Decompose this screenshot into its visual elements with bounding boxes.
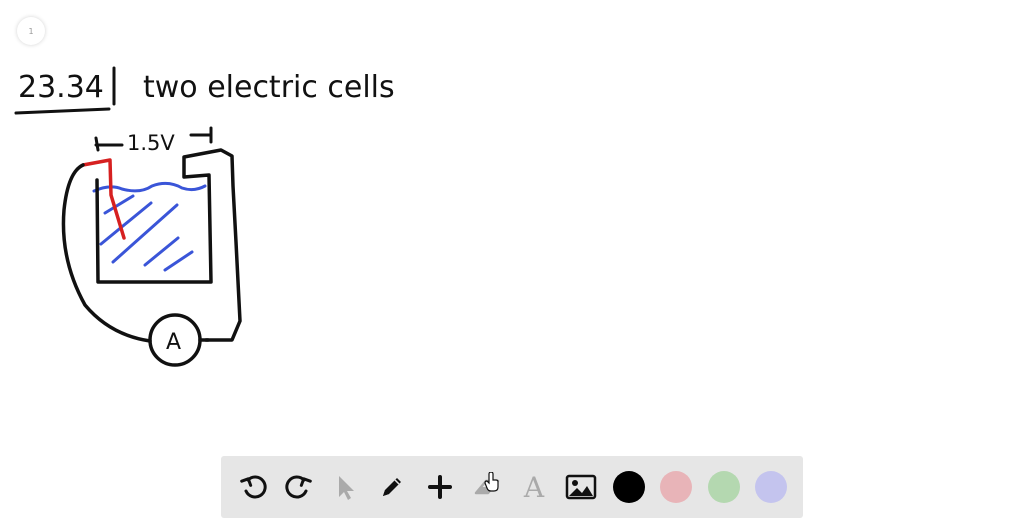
add-button[interactable] — [424, 471, 456, 503]
undo-button[interactable] — [237, 471, 269, 503]
redo-button[interactable] — [283, 471, 315, 503]
voltage-bracket-right — [189, 126, 213, 144]
pencil-icon — [383, 478, 401, 496]
plus-icon — [428, 475, 452, 499]
ammeter-label: A — [166, 330, 181, 355]
redo-icon — [285, 475, 312, 499]
pencil-button[interactable] — [376, 471, 408, 503]
heading-title: two electric cells — [143, 70, 395, 105]
color-swatch-pink[interactable] — [660, 471, 692, 503]
pointer-icon — [339, 476, 354, 500]
heading-underline — [14, 107, 111, 115]
color-swatch-black[interactable] — [613, 471, 645, 503]
hand-cursor-icon — [484, 472, 499, 492]
color-swatch-lavender[interactable] — [755, 471, 787, 503]
problem-number: 23.34 — [18, 70, 104, 105]
image-button[interactable] — [565, 471, 597, 503]
text-icon: A — [523, 470, 545, 504]
red-electrode — [81, 158, 126, 240]
voltage-bracket-left — [94, 136, 124, 152]
whiteboard-canvas[interactable]: 23.34 two electric cells 1.5V A — [0, 0, 1024, 456]
image-icon — [565, 474, 597, 500]
text-button[interactable]: A — [518, 470, 550, 504]
undo-icon — [240, 475, 267, 499]
voltage-label: 1.5V — [127, 131, 175, 155]
drawing-toolbar: A — [221, 456, 803, 518]
color-swatch-green[interactable] — [708, 471, 740, 503]
pointer-button[interactable] — [329, 471, 361, 503]
